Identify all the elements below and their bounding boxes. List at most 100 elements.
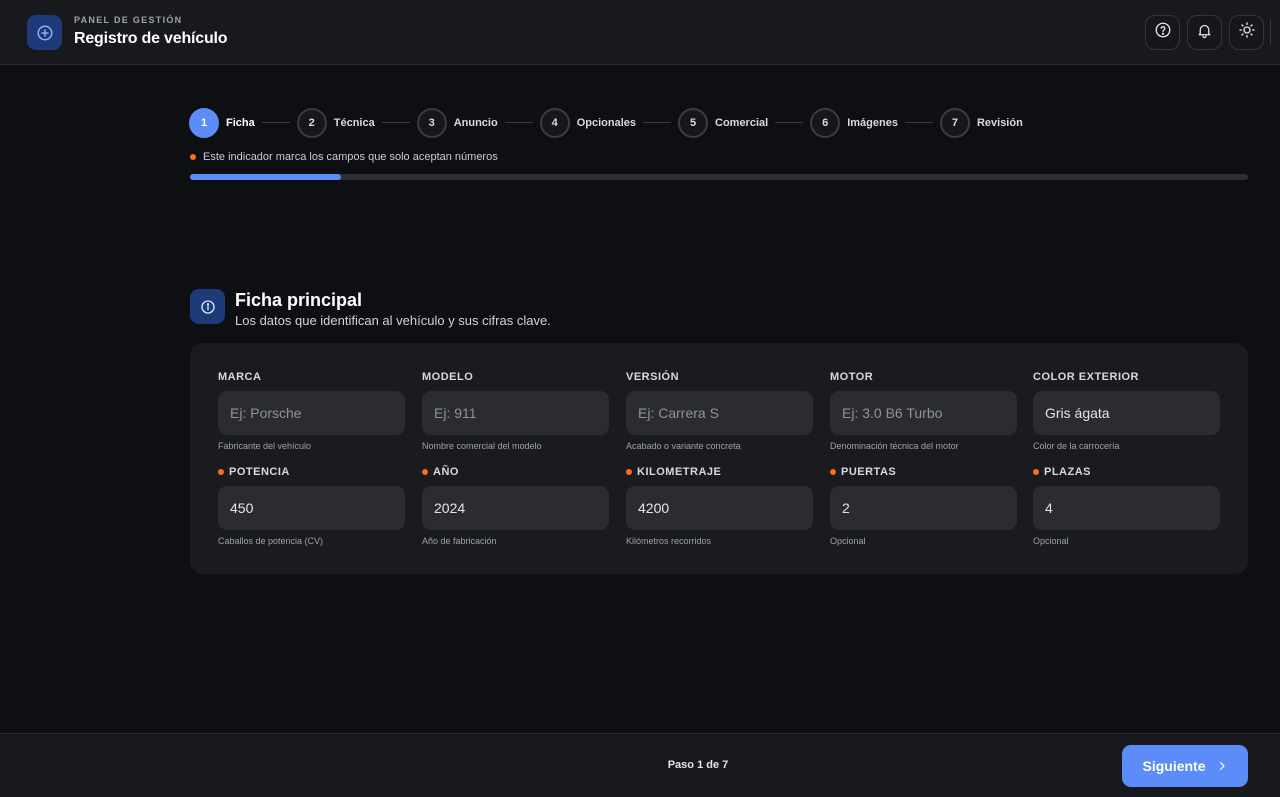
step-comercial[interactable]: 5 Comercial xyxy=(678,107,769,138)
top-header: PANEL DE GESTIÓN Registro de vehículo xyxy=(0,0,1280,65)
step-number: 4 xyxy=(539,107,570,138)
info-icon xyxy=(190,289,225,324)
step-counter: Paso 1 de 7 xyxy=(667,759,729,771)
step-label: Revisión xyxy=(976,116,1023,129)
puertas-input[interactable] xyxy=(830,486,1017,530)
version-input[interactable] xyxy=(626,391,813,435)
step-imagenes[interactable]: 6 Imágenes xyxy=(810,107,898,138)
section-subtitle: Los datos que identifican al vehículo y … xyxy=(235,313,551,328)
field-label: PLAZAS xyxy=(1033,465,1220,479)
step-number: 5 xyxy=(678,107,708,138)
field-color-exterior: COLOR EXTERIOR Color de la carrocería xyxy=(1033,370,1220,451)
step-tecnica[interactable]: 2 Técnica xyxy=(296,107,375,138)
field-label: PUERTAS xyxy=(830,465,1017,479)
field-help: Fabricante del vehículo xyxy=(218,441,312,451)
step-number: 7 xyxy=(939,107,970,138)
help-circle-icon xyxy=(1154,21,1172,44)
field-label-text: MOTOR xyxy=(830,371,874,383)
step-label: Comercial xyxy=(715,116,769,129)
field-kilometraje: KILOMETRAJE Kilómetros recorridos xyxy=(626,465,813,546)
help-button[interactable] xyxy=(1145,15,1180,50)
section-title: Ficha principal xyxy=(235,290,363,310)
field-label: POTENCIA xyxy=(218,465,405,479)
numeric-marker-dot xyxy=(422,469,428,475)
potencia-input[interactable] xyxy=(218,486,405,530)
field-help: Color de la carrocería xyxy=(1033,441,1120,451)
chevron-right-icon xyxy=(1216,760,1228,772)
field-label-text: MODELO xyxy=(422,371,474,383)
next-button[interactable]: Siguiente xyxy=(1122,745,1248,787)
notifications-button[interactable] xyxy=(1187,15,1222,50)
stepper: 1 Ficha 2 Técnica 3 Anuncio 4 Opcionales… xyxy=(189,107,1023,138)
step-label: Técnica xyxy=(333,116,375,129)
step-number: 3 xyxy=(416,107,447,138)
step-number: 6 xyxy=(810,107,841,138)
field-help: Opcional xyxy=(830,536,866,546)
field-label-text: VERSIÓN xyxy=(626,371,680,383)
field-potencia: POTENCIA Caballos de potencia (CV) xyxy=(218,465,405,546)
numeric-hint: Este indicador marca los campos que solo… xyxy=(190,151,498,163)
page-title: Registro de vehículo xyxy=(74,30,228,47)
step-anuncio[interactable]: 3 Anuncio xyxy=(416,107,498,138)
numeric-marker-dot xyxy=(218,469,224,475)
sun-icon xyxy=(1238,21,1256,44)
step-opcionales[interactable]: 4 Opcionales xyxy=(539,107,636,138)
field-label: MARCA xyxy=(218,370,405,384)
plus-circle-icon xyxy=(27,15,62,50)
field-label: COLOR EXTERIOR xyxy=(1033,370,1220,384)
field-marca: MARCA Fabricante del vehículo xyxy=(218,370,405,451)
header-divider xyxy=(1270,20,1271,44)
field-help: Kilómetros recorridos xyxy=(626,536,712,546)
field-anio: AÑO Año de fabricación xyxy=(422,465,609,546)
numeric-marker-dot xyxy=(830,469,836,475)
field-label: KILOMETRAJE xyxy=(626,465,813,479)
numeric-hint-text: Este indicador marca los campos que solo… xyxy=(203,151,498,163)
field-help: Caballos de potencia (CV) xyxy=(218,536,324,546)
field-plazas: PLAZAS Opcional xyxy=(1033,465,1220,546)
field-label-text: PUERTAS xyxy=(841,466,897,478)
bell-icon xyxy=(1196,22,1213,44)
field-puertas: PUERTAS Opcional xyxy=(830,465,1017,546)
field-version: VERSIÓN Acabado o variante concreta xyxy=(626,370,813,451)
numeric-marker-dot xyxy=(626,469,632,475)
field-help: Denominación técnica del motor xyxy=(830,441,959,451)
field-help: Acabado o variante concreta xyxy=(626,441,741,451)
step-label: Opcionales xyxy=(576,116,636,129)
modelo-input[interactable] xyxy=(422,391,609,435)
footer-bar: Paso 1 de 7 Siguiente xyxy=(0,733,1280,797)
marca-input[interactable] xyxy=(218,391,405,435)
motor-input[interactable] xyxy=(830,391,1017,435)
step-revision[interactable]: 7 Revisión xyxy=(939,107,1023,138)
step-number: 2 xyxy=(296,107,327,138)
step-label: Ficha xyxy=(226,116,255,129)
plazas-input[interactable] xyxy=(1033,486,1220,530)
field-help: Nombre comercial del modelo xyxy=(422,441,542,451)
field-label-text: MARCA xyxy=(218,371,262,383)
step-connector xyxy=(643,122,671,123)
field-motor: MOTOR Denominación técnica del motor xyxy=(830,370,1017,451)
field-label: MOTOR xyxy=(830,370,1017,384)
step-connector xyxy=(775,122,804,123)
field-label-text: KILOMETRAJE xyxy=(637,466,722,478)
step-connector xyxy=(504,122,533,123)
field-label: AÑO xyxy=(422,465,609,479)
field-label-text: AÑO xyxy=(433,466,459,478)
field-help: Opcional xyxy=(1033,536,1069,546)
form-card: MARCA Fabricante del vehículo MODELO Nom… xyxy=(190,343,1248,574)
numeric-marker-dot xyxy=(1033,469,1039,475)
next-button-label: Siguiente xyxy=(1142,758,1206,774)
anio-input[interactable] xyxy=(422,486,609,530)
step-label: Anuncio xyxy=(453,116,498,129)
field-modelo: MODELO Nombre comercial del modelo xyxy=(422,370,609,451)
step-label: Imágenes xyxy=(847,116,898,129)
kilometraje-input[interactable] xyxy=(626,486,813,530)
field-label-text: PLAZAS xyxy=(1044,466,1091,478)
color-exterior-input[interactable] xyxy=(1033,391,1220,435)
step-connector xyxy=(261,122,290,123)
step-ficha[interactable]: 1 Ficha xyxy=(189,107,255,138)
step-connector xyxy=(904,122,933,123)
progress-bar xyxy=(190,174,1248,180)
numeric-marker-dot xyxy=(190,154,196,160)
progress-fill xyxy=(190,174,342,180)
theme-toggle-button[interactable] xyxy=(1229,15,1264,50)
